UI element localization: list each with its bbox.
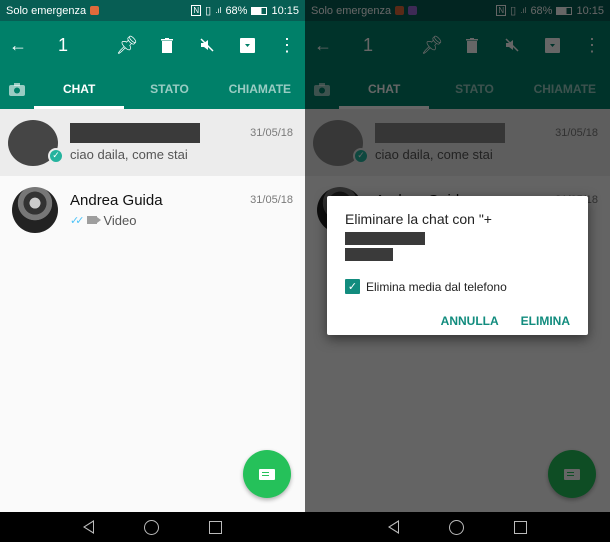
signal-icon: .ıl bbox=[215, 6, 222, 15]
tab-chat[interactable]: CHAT bbox=[34, 82, 124, 96]
phone-screen-left: Solo emergenza N ▯ .ıl 68% 10:15 ← 1 📌︎ … bbox=[0, 0, 305, 542]
nav-back-icon[interactable] bbox=[83, 520, 94, 534]
selected-check-icon: ✓ bbox=[48, 147, 64, 164]
phone-screen-right: Solo emergenza N ▯ .ıl 68% 10:15 ← 1 📌︎ … bbox=[305, 0, 610, 542]
chat-list-item[interactable]: Andrea Guida 31/05/18 ✓✓ Video bbox=[0, 176, 305, 243]
nfc-icon: N bbox=[191, 5, 202, 16]
tab-chiamate[interactable]: CHIAMATE bbox=[215, 82, 305, 96]
mute-icon[interactable] bbox=[195, 33, 219, 57]
contact-name: Andrea Guida bbox=[70, 191, 163, 209]
chat-date: 31/05/18 bbox=[250, 127, 293, 139]
navigation-bar bbox=[305, 512, 610, 542]
redacted-phone-number bbox=[345, 248, 393, 261]
avatar bbox=[12, 186, 58, 233]
chat-list-item[interactable]: ✓ 31/05/18 ciao daila, come stai bbox=[0, 109, 305, 176]
nav-recents-icon[interactable] bbox=[514, 520, 527, 534]
chat-preview: ciao daila, come stai bbox=[70, 147, 188, 162]
tab-stato[interactable]: STATO bbox=[124, 82, 214, 96]
new-chat-button[interactable] bbox=[243, 450, 291, 498]
delete-button[interactable]: ELIMINA bbox=[521, 314, 570, 328]
delete-chat-dialog: Eliminare la chat con "+ ✓ Elimina media… bbox=[327, 196, 588, 335]
nav-back-icon[interactable] bbox=[388, 520, 399, 534]
more-vert-icon[interactable]: ⋮ bbox=[275, 33, 299, 57]
back-arrow-icon[interactable]: ← bbox=[6, 33, 30, 57]
dialog-title-text: Eliminare la chat con "+ bbox=[345, 211, 492, 227]
battery-icon bbox=[251, 6, 268, 15]
chat-preview: Video bbox=[103, 212, 137, 228]
double-check-icon: ✓✓ bbox=[70, 214, 85, 227]
chat-date: 31/05/18 bbox=[250, 194, 293, 206]
archive-icon[interactable] bbox=[235, 33, 259, 57]
battery-percent: 68% bbox=[225, 4, 248, 17]
tab-bar: CHAT STATO CHIAMATE bbox=[0, 69, 305, 109]
message-icon bbox=[259, 468, 275, 480]
video-icon bbox=[87, 216, 102, 224]
delete-icon[interactable] bbox=[155, 33, 179, 57]
carrier-text: Solo emergenza bbox=[6, 4, 87, 17]
camera-icon[interactable] bbox=[0, 82, 34, 96]
cancel-button[interactable]: ANNULLA bbox=[441, 314, 499, 328]
pin-icon[interactable]: 📌︎ bbox=[115, 33, 139, 57]
clock: 10:15 bbox=[271, 4, 299, 17]
dialog-title: Eliminare la chat con "+ bbox=[345, 210, 570, 261]
vibrate-icon: ▯ bbox=[205, 5, 212, 17]
redacted-contact-name bbox=[70, 123, 200, 143]
notification-icon bbox=[90, 6, 100, 15]
delete-media-checkbox[interactable]: ✓ bbox=[345, 279, 360, 294]
delete-media-label: Elimina media dal telefono bbox=[366, 279, 507, 294]
status-bar: Solo emergenza N ▯ .ıl 68% 10:15 bbox=[0, 0, 305, 21]
redacted-phone-number bbox=[345, 231, 425, 245]
delete-media-option[interactable]: ✓ Elimina media dal telefono bbox=[345, 279, 570, 294]
nav-home-icon[interactable] bbox=[449, 519, 464, 535]
navigation-bar bbox=[0, 512, 305, 542]
nav-home-icon[interactable] bbox=[144, 519, 159, 535]
selected-count: 1 bbox=[58, 34, 69, 55]
avatar: ✓ bbox=[8, 119, 64, 166]
selection-toolbar: ← 1 📌︎ ⋮ bbox=[0, 21, 305, 69]
nav-recents-icon[interactable] bbox=[209, 520, 222, 534]
